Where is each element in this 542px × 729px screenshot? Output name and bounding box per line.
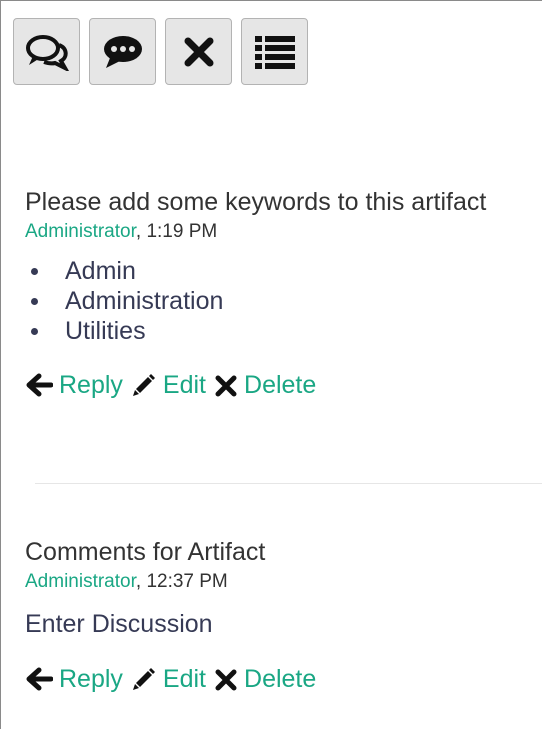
comment-item: Comments for Artifact Administrator, 12:… xyxy=(25,537,542,694)
delete-link[interactable]: Delete xyxy=(214,664,316,694)
comments-outline-icon xyxy=(25,34,69,71)
reply-link[interactable]: Reply xyxy=(25,370,123,400)
reply-label: Reply xyxy=(59,371,123,399)
comment-divider xyxy=(35,483,542,484)
edit-link[interactable]: Edit xyxy=(131,370,206,400)
arrow-left-icon xyxy=(26,667,53,691)
view-comments-button[interactable] xyxy=(13,18,80,85)
discussion-toolbar xyxy=(13,18,308,85)
comment-author-link[interactable]: Administrator xyxy=(25,571,136,592)
arrow-left-icon xyxy=(26,373,53,397)
list-icon xyxy=(254,35,295,69)
delete-link[interactable]: Delete xyxy=(214,370,316,400)
close-icon xyxy=(215,375,237,397)
comment-title: Please add some keywords to this artifac… xyxy=(25,188,487,216)
comment-meta: Administrator, 12:37 PM xyxy=(25,570,542,594)
list-item: Admin xyxy=(25,256,542,286)
meta-separator: , xyxy=(135,571,142,592)
delete-label: Delete xyxy=(244,665,317,693)
close-icon xyxy=(215,669,237,691)
keyword-list: Admin Administration Utilities xyxy=(25,256,542,346)
add-comment-button[interactable] xyxy=(89,18,156,85)
comment-actions: Reply Edit Delete xyxy=(25,664,542,694)
reply-link[interactable]: Reply xyxy=(25,664,123,694)
comment-title: Comments for Artifact xyxy=(25,538,266,566)
list-item: Administration xyxy=(25,286,542,316)
reply-label: Reply xyxy=(59,665,123,693)
comment-author-link[interactable]: Administrator xyxy=(25,221,136,242)
discussion-panel: Please add some keywords to this artifac… xyxy=(0,0,542,729)
close-button[interactable] xyxy=(165,18,232,85)
edit-link[interactable]: Edit xyxy=(131,664,206,694)
comment-time: 1:19 PM xyxy=(146,221,218,242)
pencil-icon xyxy=(132,668,155,690)
meta-separator: , xyxy=(135,221,142,242)
comment-actions: Reply Edit Delete xyxy=(25,370,542,400)
edit-label: Edit xyxy=(162,371,207,399)
edit-label: Edit xyxy=(162,665,207,693)
list-item: Utilities xyxy=(25,316,542,346)
comment-meta: Administrator, 1:19 PM xyxy=(25,220,542,244)
list-view-button[interactable] xyxy=(241,18,308,85)
pencil-icon xyxy=(132,374,155,396)
comment-time: 12:37 PM xyxy=(146,571,228,592)
comment-item: Please add some keywords to this artifac… xyxy=(25,187,542,400)
comment-body: Enter Discussion xyxy=(25,610,213,638)
delete-label: Delete xyxy=(244,371,317,399)
comment-dots-icon xyxy=(103,35,142,68)
close-icon xyxy=(184,37,213,66)
